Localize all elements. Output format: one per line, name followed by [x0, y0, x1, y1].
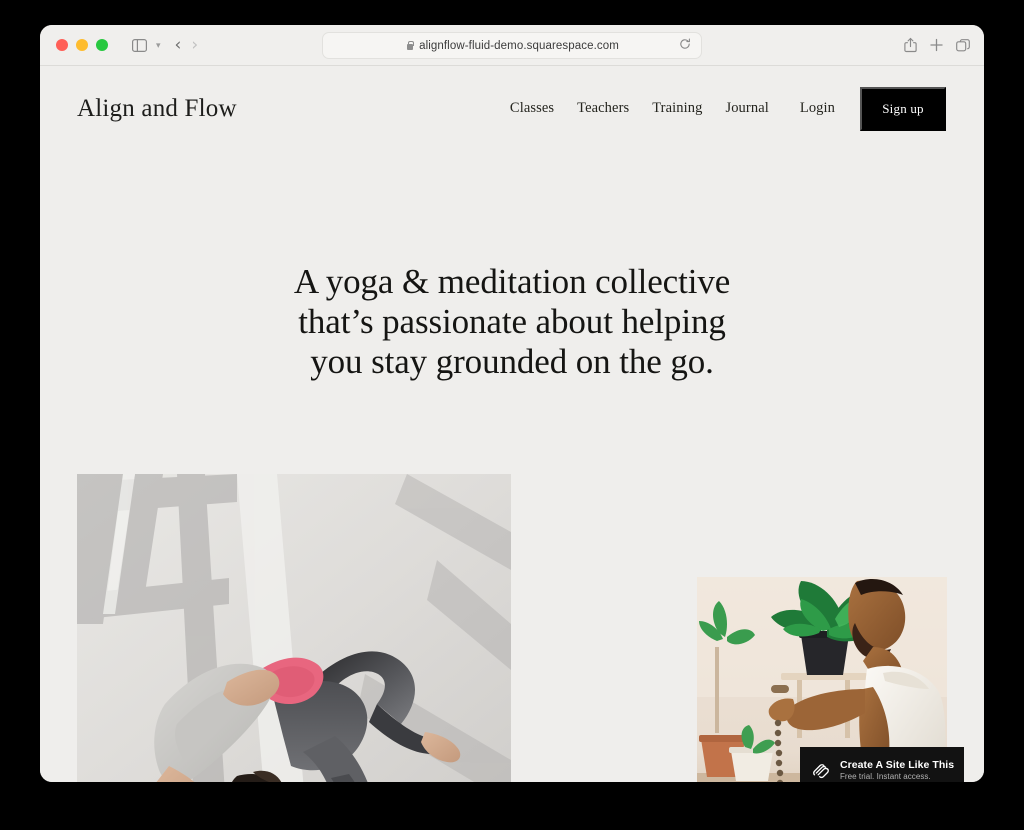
toolbar-right-group — [904, 37, 970, 53]
close-window-button[interactable] — [56, 39, 68, 51]
squarespace-logo-icon — [811, 760, 831, 780]
hero-line-3: you stay grounded on the go. — [310, 342, 714, 381]
reload-icon[interactable] — [679, 37, 691, 55]
site-logo[interactable]: Align and Flow — [77, 95, 237, 123]
squarespace-promo-banner[interactable]: Create A Site Like This Free trial. Inst… — [800, 747, 964, 782]
forward-button[interactable]: › — [191, 36, 198, 54]
maximize-window-button[interactable] — [96, 39, 108, 51]
promo-subtitle: Free trial. Instant access. — [840, 772, 931, 781]
window-controls — [56, 39, 108, 51]
signup-button[interactable]: Sign up — [860, 86, 946, 131]
hero-line-2: that’s passionate about helping — [298, 302, 726, 341]
hero-headline: A yoga & meditation collective that’s pa… — [40, 262, 984, 382]
promo-title: Create A Site Like This — [840, 759, 955, 771]
address-bar-content: alignflow-fluid-demo.squarespace.com — [405, 40, 619, 52]
desktop-background: ▾ ‹ › alignflow-fluid-demo.squarespace.c… — [0, 0, 1024, 830]
chevron-down-icon[interactable]: ▾ — [154, 40, 163, 50]
promo-text-group: Create A Site Like This Free trial. Inst… — [840, 759, 954, 781]
browser-toolbar: ▾ ‹ › alignflow-fluid-demo.squarespace.c… — [40, 25, 984, 66]
page-viewport: Align and Flow Classes Teachers Training… — [40, 66, 984, 782]
nav-item-journal[interactable]: Journal — [725, 100, 768, 117]
primary-navigation: Classes Teachers Training Journal Login … — [510, 86, 946, 131]
sidebar-icon[interactable] — [126, 33, 152, 57]
back-button[interactable]: ‹ — [175, 36, 182, 54]
nav-item-training[interactable]: Training — [652, 100, 702, 117]
plus-icon[interactable] — [930, 38, 943, 52]
yoga-backbend-photo — [77, 474, 511, 782]
nav-item-login[interactable]: Login — [800, 100, 835, 117]
copy-tabs-icon[interactable] — [956, 38, 970, 52]
yoga-backbend-illustration — [77, 474, 511, 782]
browser-window: ▾ ‹ › alignflow-fluid-demo.squarespace.c… — [40, 25, 984, 782]
site-header: Align and Flow Classes Teachers Training… — [40, 66, 984, 151]
url-text: alignflow-fluid-demo.squarespace.com — [419, 39, 619, 52]
navigation-arrows: ‹ › — [175, 36, 199, 54]
lock-icon — [405, 40, 414, 51]
minimize-window-button[interactable] — [76, 39, 88, 51]
address-bar[interactable]: alignflow-fluid-demo.squarespace.com — [322, 32, 702, 59]
nav-item-teachers[interactable]: Teachers — [577, 100, 629, 117]
nav-item-classes[interactable]: Classes — [510, 100, 554, 117]
toolbar-left-group: ▾ — [126, 33, 163, 57]
share-icon[interactable] — [904, 37, 917, 53]
hero-line-1: A yoga & meditation collective — [293, 262, 731, 301]
